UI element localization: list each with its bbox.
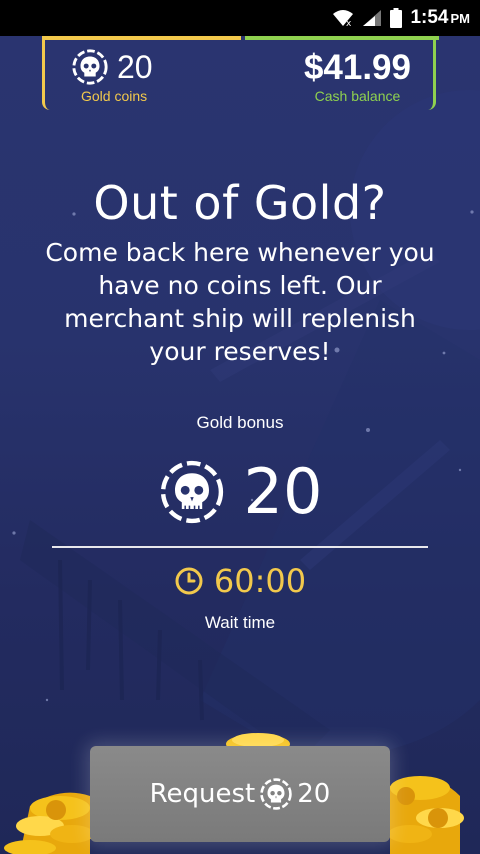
wifi-icon: x <box>333 10 354 27</box>
wait-time-label: Wait time <box>204 613 276 632</box>
gold-bonus-label: Gold bonus <box>196 413 284 432</box>
page-title: Out of Gold? <box>93 176 387 230</box>
gold-bonus-value: 20 <box>243 455 323 528</box>
svg-text:x: x <box>346 19 352 27</box>
signal-icon <box>363 10 382 26</box>
status-ampm: PM <box>450 11 471 26</box>
battery-icon <box>390 8 403 28</box>
skull-coin-icon <box>160 460 223 523</box>
status-icons: x 1:54 PM <box>332 0 470 36</box>
page-description: Come back here whenever you have no coin… <box>45 238 435 366</box>
gold-bonus-row: 20 <box>0 455 480 528</box>
status-time: 1:54 PM <box>410 7 471 28</box>
request-button-label: Request <box>149 779 256 809</box>
wait-time-value: 60:00 <box>213 562 307 600</box>
divider <box>52 546 428 548</box>
clock-icon <box>175 567 203 595</box>
balance-panel: 20 Gold coins $41.99 Cash balance <box>42 36 439 110</box>
request-gold-button[interactable]: Request 20 <box>90 746 390 842</box>
gold-coins-value: 20 <box>117 48 153 85</box>
cash-balance: $41.99 Cash balance <box>304 48 411 104</box>
gold-coins-label: Gold coins <box>81 88 148 104</box>
cash-balance-label: Cash balance <box>314 88 401 104</box>
request-button-amount: 20 <box>297 779 331 809</box>
gold-coins-balance: 20 Gold coins <box>71 48 191 104</box>
status-bar: x 1:54 PM <box>0 0 480 36</box>
skull-coin-icon <box>260 778 292 810</box>
cash-accent-bar <box>245 36 439 40</box>
out-of-gold-screen: x 1:54 PM 20 Gold coins $41.99 Cash bala… <box>0 0 480 854</box>
skull-coin-icon <box>72 49 108 85</box>
gold-accent-bar <box>45 36 241 40</box>
cash-balance-value: $41.99 <box>303 48 411 87</box>
gold-coins-row: 20 <box>71 48 191 86</box>
wait-time-row: 60:00 <box>0 562 480 600</box>
